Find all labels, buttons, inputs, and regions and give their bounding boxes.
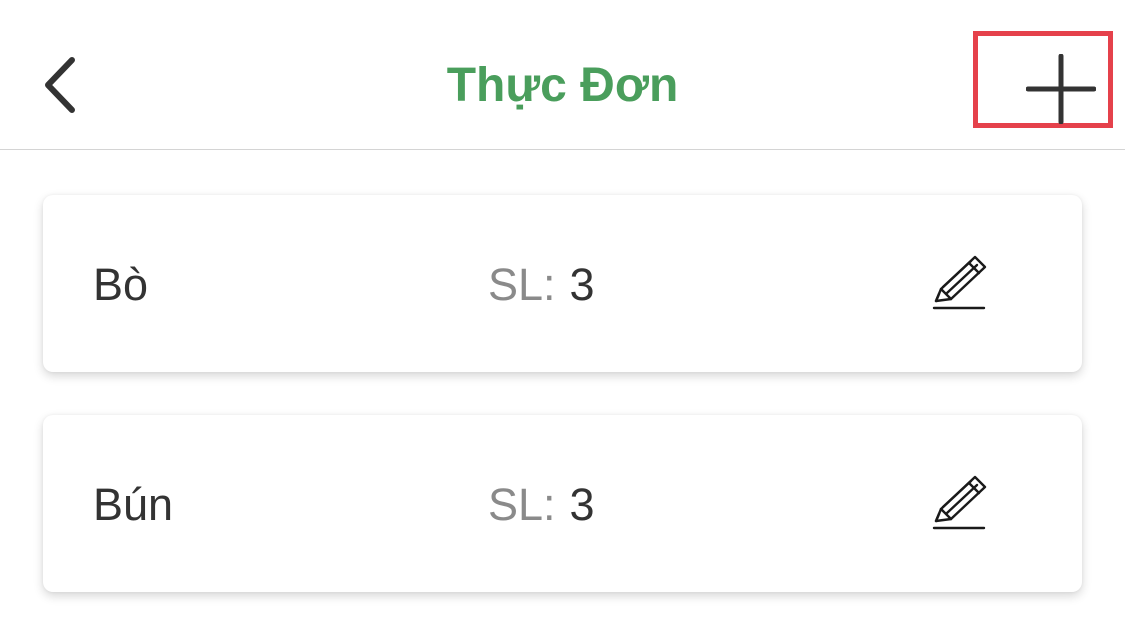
header-bar: Thực Đơn [0,0,1125,150]
menu-item-card[interactable]: Bò SL: 3 [43,195,1082,372]
pencil-icon [932,475,987,530]
edit-button[interactable] [928,253,992,317]
pencil-icon [932,255,987,310]
menu-item-card[interactable]: Bún SL: 3 [43,415,1082,592]
quantity-value: 3 [569,259,595,310]
page-title: Thực Đơn [446,59,679,112]
add-button[interactable] [973,31,1113,128]
quantity-value: 3 [569,479,595,530]
plus-icon [1026,54,1096,124]
menu-item-quantity: SL: 3 [488,479,595,531]
edit-button[interactable] [928,473,992,537]
menu-item-quantity: SL: 3 [488,259,595,311]
quantity-label: SL: [488,259,556,310]
menu-item-name: Bò [93,259,149,310]
menu-item-name: Bún [93,479,174,530]
quantity-label: SL: [488,479,556,530]
